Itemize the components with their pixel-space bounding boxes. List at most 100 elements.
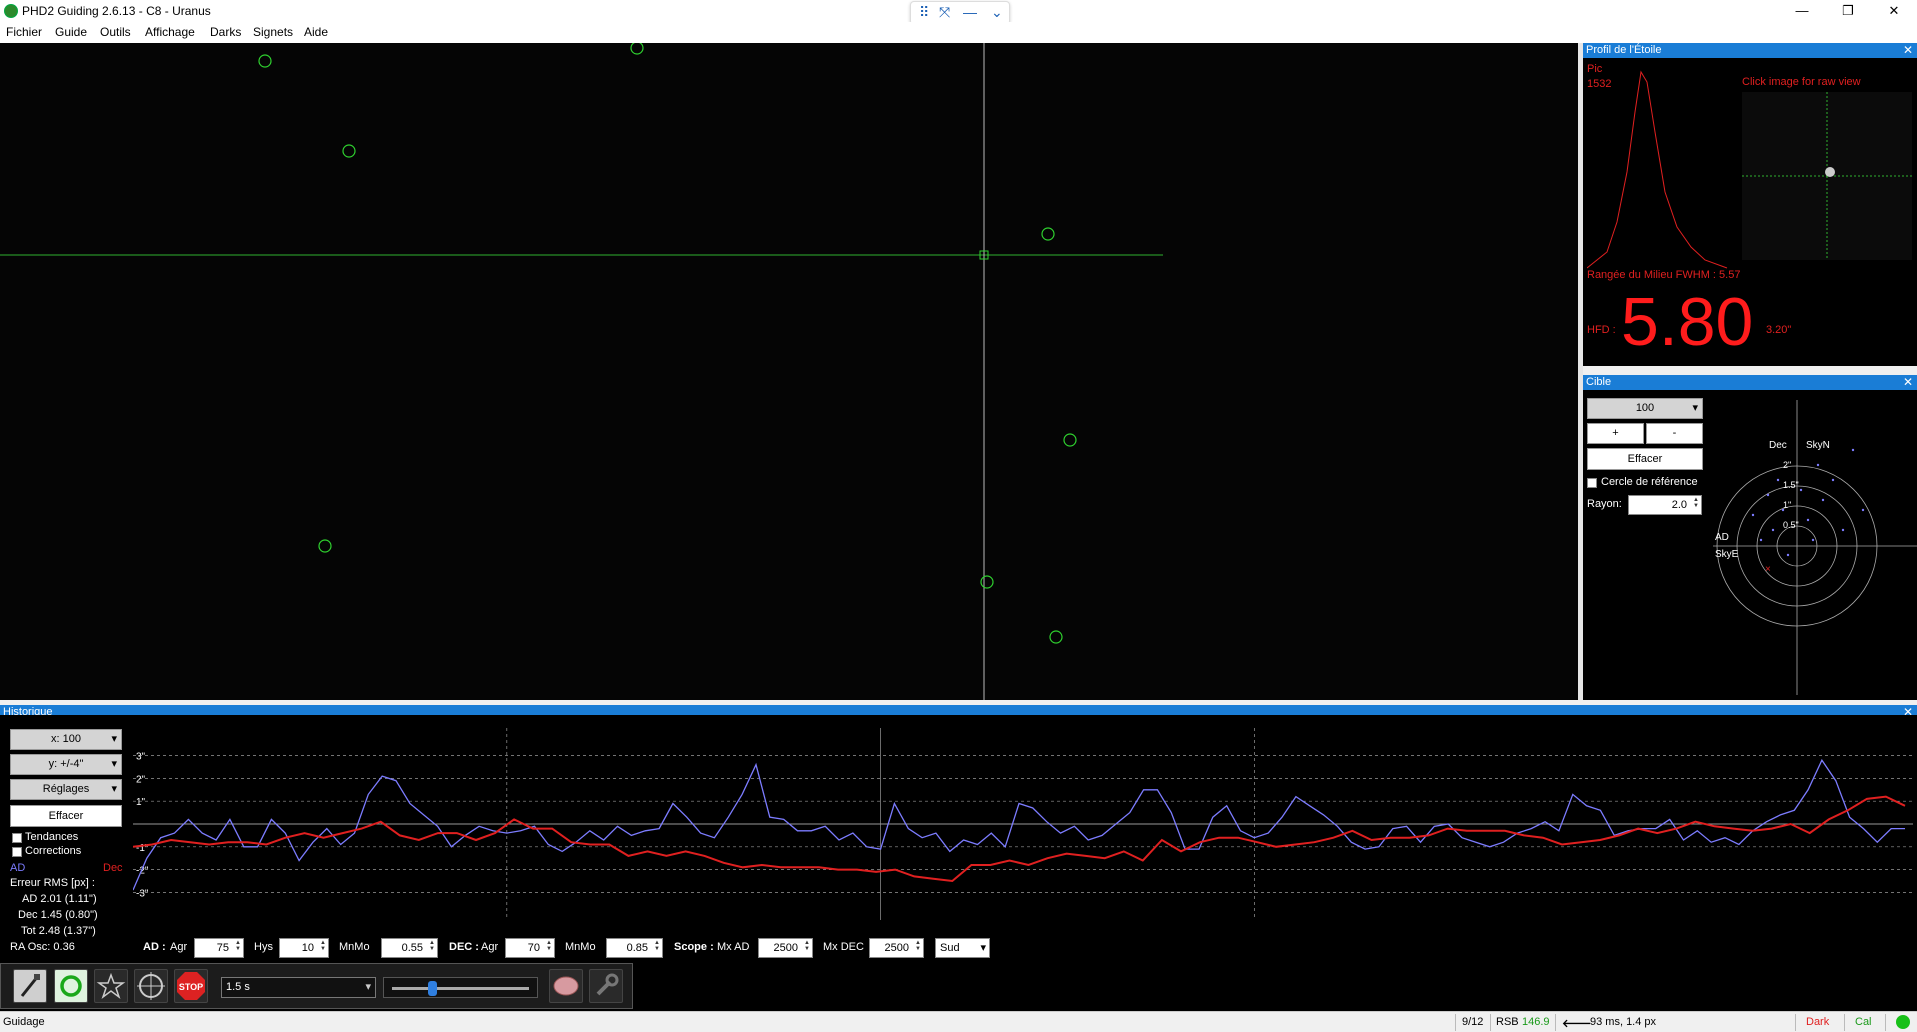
divider (1455, 1014, 1456, 1031)
camera-frame[interactable] (0, 43, 1578, 700)
zoom-out-button[interactable]: - (1646, 423, 1703, 444)
window-title: PHD2 Guiding 2.6.13 - C8 - Uranus (22, 4, 211, 18)
star-marker[interactable] (630, 43, 644, 55)
trends-checkbox[interactable] (12, 833, 22, 843)
menu-darks[interactable]: Darks (210, 25, 241, 39)
rms-dec: Dec 1.45 (0.80") (18, 909, 98, 921)
radius-spinner[interactable]: 2.0 (1628, 495, 1702, 515)
ad-aggression-spinner[interactable]: 75 (194, 938, 244, 958)
brain-settings-button[interactable] (549, 969, 583, 1003)
dec-agr-label: Agr (481, 941, 499, 953)
brain-icon (553, 976, 579, 996)
skyn-label: SkyN (1806, 440, 1830, 451)
arrow-left-icon: 🡐 (1562, 1018, 1592, 1030)
star-marker[interactable] (258, 54, 272, 68)
profile-panel-title: Profil de l'Étoile (1586, 44, 1662, 56)
rms-ra: AD 2.01 (1.11") (22, 893, 97, 905)
hysteresis-spinner[interactable]: 10 (279, 938, 329, 958)
star-marker[interactable] (342, 144, 356, 158)
minus-icon[interactable]: — (963, 4, 977, 20)
exposure-select[interactable]: 1.5 s ▾ (221, 977, 376, 998)
stop-button[interactable]: STOP (174, 969, 208, 1003)
loop-button[interactable] (54, 969, 88, 1003)
corrections-label: Corrections (25, 845, 82, 857)
target-close-icon[interactable]: ✕ (1903, 375, 1913, 390)
menu-outils[interactable]: Outils (100, 25, 131, 39)
star-marker[interactable] (1049, 630, 1063, 644)
history-clear-button[interactable]: Effacer (10, 805, 122, 827)
corrections-checkbox[interactable] (12, 847, 22, 857)
connection-status-icon (1896, 1015, 1910, 1029)
ra-legend[interactable]: AD (10, 862, 25, 874)
zoom-in-button[interactable]: + (1587, 423, 1644, 444)
mxdec-label: Mx DEC (823, 941, 864, 953)
divider (1844, 1014, 1845, 1031)
y-scale-select[interactable]: y: +/-4" ▾ (10, 754, 122, 775)
dec-mode-select[interactable]: Sud ▾ (935, 938, 990, 958)
target-panel[interactable]: 100 ▾ + - Effacer Cercle de référence Ra… (1583, 390, 1917, 700)
wrench-icon (596, 973, 619, 996)
minimize-button[interactable]: — (1779, 0, 1825, 22)
hfd-label: HFD : (1587, 324, 1616, 336)
camera-view[interactable] (0, 43, 1578, 700)
ref-circle-checkbox[interactable] (1587, 478, 1597, 488)
divider (1555, 1014, 1556, 1031)
star-blob (1825, 167, 1835, 177)
guide-button[interactable] (134, 969, 168, 1003)
chevron-down-icon[interactable]: ⌄ (991, 4, 1003, 21)
menu-signets[interactable]: Signets (253, 25, 293, 39)
target-panel-header: Cible ✕ (1583, 375, 1917, 390)
dec-aggression-spinner[interactable]: 70 (505, 938, 555, 958)
y-tick-label: 2" (136, 774, 146, 785)
menu-aide[interactable]: Aide (304, 25, 328, 39)
scale-select[interactable]: 100 ▾ (1587, 398, 1703, 419)
profile-close-icon[interactable]: ✕ (1903, 43, 1913, 58)
chevron-down-icon: ▾ (111, 783, 117, 795)
star-profile-panel[interactable]: Pic 1532 Click image for raw view Rangée… (1583, 58, 1917, 366)
ad-params-label: AD : (143, 941, 166, 953)
hfd-arcsec: 3.20" (1766, 324, 1792, 336)
max-ra-duration-spinner[interactable]: 2500 (758, 938, 813, 958)
menu-fichier[interactable]: Fichier (6, 25, 42, 39)
dec-minmove-spinner[interactable]: 0.85 (606, 938, 663, 958)
advanced-settings-button[interactable] (589, 969, 623, 1003)
star-marker[interactable] (1063, 433, 1077, 447)
connect-button[interactable] (13, 969, 47, 1003)
menu-guide[interactable]: Guide (55, 25, 87, 39)
ring-label: 0.5" (1783, 520, 1799, 530)
ad-minmove-spinner[interactable]: 0.55 (381, 938, 438, 958)
y-tick-label: -3" (136, 888, 149, 899)
grid-icon[interactable]: ⠿ (919, 4, 929, 21)
history-settings-select[interactable]: Réglages ▾ (10, 779, 122, 800)
star-marker[interactable] (318, 539, 332, 553)
ad-agr-label: Agr (170, 941, 188, 953)
ref-circle-label: Cercle de référence (1601, 476, 1698, 488)
ad-axis-label: AD (1715, 532, 1729, 543)
chevron-down-icon: ▾ (1692, 402, 1698, 414)
profile-curve (1587, 70, 1728, 269)
target-panel-title: Cible (1586, 376, 1612, 388)
x-scale-select[interactable]: x: 100 ▾ (10, 729, 122, 750)
close-button[interactable]: ✕ (1871, 0, 1917, 22)
maximize-button[interactable]: ❐ (1825, 0, 1871, 22)
auto-select-star-button[interactable] (94, 969, 128, 1003)
target-clear-button[interactable]: Effacer (1587, 448, 1703, 470)
divider (1795, 1014, 1796, 1031)
gamma-slider[interactable] (383, 977, 538, 998)
loop-icon (60, 975, 82, 997)
radius-label: Rayon: (1587, 498, 1622, 510)
star-marker[interactable] (980, 575, 994, 589)
collapse-icon[interactable]: ⤧ (939, 4, 950, 21)
y-scale-value: y: +/-4" (48, 758, 84, 770)
dec-legend[interactable]: Dec (103, 862, 123, 874)
dark-indicator: Dark (1806, 1016, 1830, 1028)
star-thumbnail[interactable] (1742, 92, 1912, 260)
ring-label: 1.5" (1783, 480, 1799, 490)
max-dec-duration-spinner[interactable]: 2500 (869, 938, 924, 958)
star-marker[interactable] (1041, 227, 1055, 241)
y-tick-label: 3" (136, 752, 146, 763)
menu-affichage[interactable]: Affichage (145, 25, 195, 39)
slider-thumb[interactable] (428, 981, 437, 996)
chevron-down-icon: ▾ (980, 942, 986, 954)
history-chart[interactable]: 3"2"1"-1"-2"-3" (133, 728, 1913, 920)
